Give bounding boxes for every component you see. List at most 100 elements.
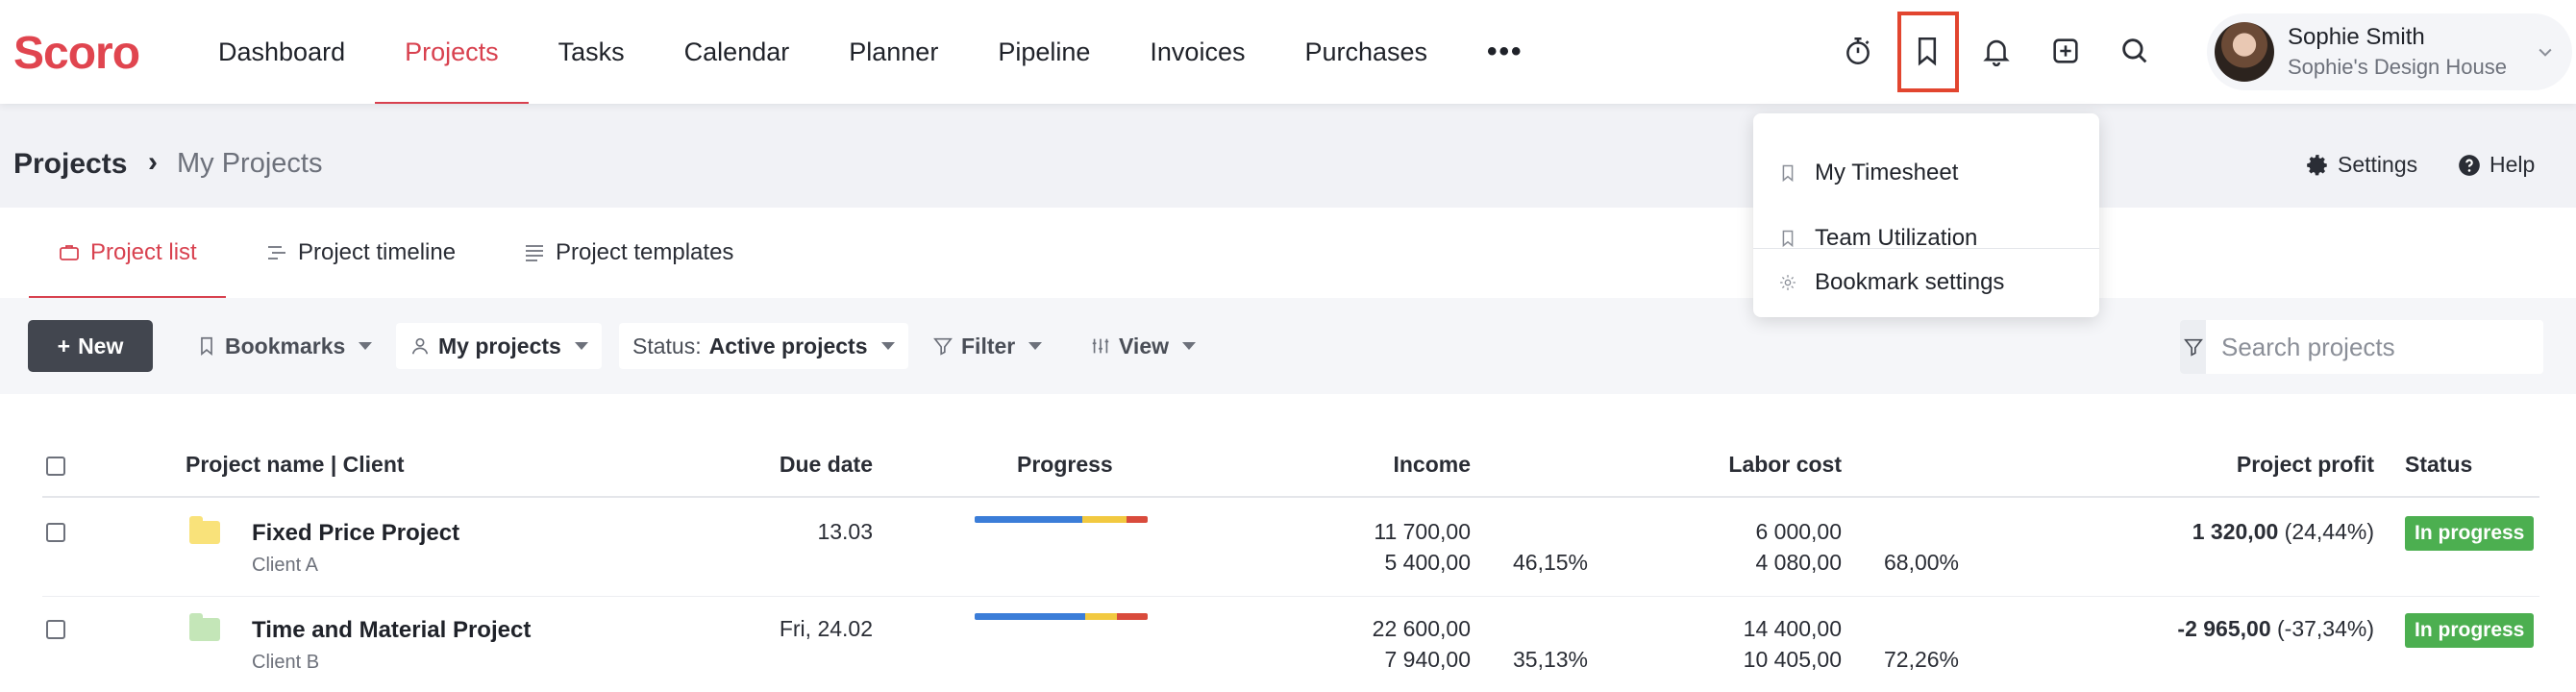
tab-label: Project timeline — [298, 239, 457, 265]
column-header-progress[interactable]: Progress — [1017, 452, 1113, 478]
scoro-logo[interactable]: Scoro — [13, 27, 140, 80]
project-name-link[interactable]: Fixed Price Project — [252, 520, 459, 547]
column-header-due-date[interactable]: Due date — [740, 452, 873, 478]
breadcrumb-separator: › — [148, 146, 158, 178]
column-header-status[interactable]: Status — [2405, 452, 2472, 478]
gear-icon — [1780, 275, 1796, 290]
project-profit: -2 965,00 (-37,34%) — [2086, 616, 2374, 642]
nav-item-purchases[interactable]: Purchases — [1275, 0, 1457, 104]
status-filter-dropdown[interactable]: Status: Active projects — [619, 323, 908, 369]
briefcase-icon — [60, 245, 79, 260]
row-checkbox[interactable] — [46, 620, 65, 639]
funnel-icon — [2183, 338, 2203, 357]
search-filter-button[interactable] — [2180, 320, 2206, 374]
bookmark-icon — [201, 336, 212, 356]
user-menu[interactable]: Sophie Smith Sophie's Design House — [2207, 13, 2572, 90]
help-label: Help — [2489, 152, 2536, 177]
gear-icon — [2307, 154, 2327, 175]
tab-label: Project list — [90, 239, 197, 265]
progress-segment-red — [1116, 613, 1148, 620]
tab-project-list[interactable]: Project list — [29, 208, 226, 298]
header-divider — [42, 496, 2539, 498]
page-header: Projects › My Projects Settings Help — [0, 104, 2576, 208]
bookmark-settings-item[interactable]: Bookmark settings — [1753, 256, 2099, 309]
project-name-link[interactable]: Time and Material Project — [252, 617, 531, 644]
project-tabs: Project list Project timeline Project te… — [0, 208, 2576, 298]
status-badge: In progress — [2405, 516, 2535, 551]
tab-project-templates[interactable]: Project templates — [523, 208, 733, 298]
bookmarks-label: Bookmarks — [225, 333, 346, 358]
bookmark-icon — [1782, 164, 1794, 183]
progress-segment-yellow — [1081, 516, 1127, 523]
labor-percent: 68,00% — [1884, 550, 1960, 575]
logo-text: Scoro — [13, 28, 140, 79]
bookmarks-dropdown[interactable]: Bookmarks — [183, 323, 385, 369]
top-navigation-bar: Scoro Dashboard Projects Tasks Calendar … — [0, 0, 2576, 104]
progress-segment-yellow — [1085, 613, 1117, 620]
tab-label: Project templates — [556, 239, 734, 265]
view-dropdown[interactable]: View — [1077, 323, 1209, 369]
nav-item-tasks[interactable]: Tasks — [529, 0, 655, 104]
project-profit: 1 320,00 (24,44%) — [2086, 519, 2374, 545]
help-link[interactable]: Help — [2457, 152, 2535, 178]
user-info: Sophie Smith Sophie's Design House — [2288, 24, 2507, 80]
column-header-income[interactable]: Income — [1326, 452, 1471, 478]
timeline-icon — [268, 246, 285, 260]
progress-bar — [975, 613, 1148, 620]
bookmark-settings-label: Bookmark settings — [1815, 269, 2005, 295]
more-menu-icon[interactable]: ••• — [1457, 0, 1553, 104]
nav-item-projects[interactable]: Projects — [375, 0, 529, 104]
nav-item-invoices[interactable]: Invoices — [1120, 0, 1275, 104]
nav-item-planner[interactable]: Planner — [819, 0, 968, 104]
user-icon — [411, 337, 429, 355]
column-header-project-profit[interactable]: Project profit — [2172, 452, 2374, 478]
income-percent: 35,13% — [1513, 647, 1589, 672]
bookmarks-menu: My Timesheet Team Utilization Bookmark s… — [1753, 113, 2099, 317]
stopwatch-icon[interactable] — [1836, 29, 1880, 73]
column-header-labor-cost[interactable]: Labor cost — [1672, 452, 1842, 478]
filter-label: Filter — [961, 333, 1016, 358]
folder-icon — [189, 613, 220, 641]
help-icon — [2459, 154, 2480, 176]
profit-percent: (24,44%) — [2284, 519, 2374, 544]
search-icon[interactable] — [2113, 29, 2157, 73]
bell-icon[interactable] — [1974, 29, 2019, 73]
filter-dropdown[interactable]: Filter — [919, 323, 1055, 369]
status-value: Active projects — [708, 333, 868, 358]
list-toolbar: + New Bookmarks My projects Status: Acti… — [0, 298, 2576, 394]
bookmark-icon — [1782, 230, 1794, 248]
view-label: View — [1119, 333, 1169, 358]
tab-project-timeline[interactable]: Project timeline — [265, 208, 456, 298]
due-date: 13.03 — [817, 519, 873, 544]
nav-item-dashboard[interactable]: Dashboard — [188, 0, 375, 104]
new-project-button[interactable]: + New — [28, 320, 153, 372]
labor-actual: 10 405,00 — [1743, 647, 1842, 672]
income-actual: 7 940,00 — [1384, 647, 1471, 672]
profit-percent: (-37,34%) — [2277, 616, 2374, 641]
nav-item-pipeline[interactable]: Pipeline — [968, 0, 1120, 104]
status-badge: In progress — [2405, 613, 2535, 648]
row-checkbox[interactable] — [46, 523, 65, 542]
nav-item-calendar[interactable]: Calendar — [655, 0, 820, 104]
template-icon — [526, 245, 543, 261]
user-name: Sophie Smith — [2288, 24, 2425, 50]
plus-square-icon[interactable] — [2043, 29, 2088, 73]
client-name[interactable]: Client A — [252, 555, 318, 577]
client-name[interactable]: Client B — [252, 652, 319, 674]
funnel-icon — [933, 337, 953, 356]
breadcrumb-projects[interactable]: Projects — [13, 148, 127, 181]
select-all-checkbox[interactable] — [46, 457, 65, 476]
my-projects-dropdown[interactable]: My projects — [396, 323, 602, 369]
settings-link[interactable]: Settings — [2305, 152, 2417, 178]
bookmark-item-my-timesheet[interactable]: My Timesheet — [1753, 146, 2099, 200]
profit-value: -2 965,00 — [2177, 616, 2271, 641]
column-header-name[interactable]: Project name | Client — [186, 452, 405, 478]
caret-down-icon — [880, 342, 895, 350]
settings-label: Settings — [2338, 152, 2418, 177]
labor-actual: 4 080,00 — [1755, 550, 1842, 575]
income-actual: 5 400,00 — [1384, 550, 1471, 575]
search-input[interactable] — [2206, 320, 2543, 374]
folder-icon — [189, 516, 220, 544]
labor-planned: 14 400,00 — [1743, 616, 1842, 641]
caret-down-icon — [359, 342, 373, 350]
